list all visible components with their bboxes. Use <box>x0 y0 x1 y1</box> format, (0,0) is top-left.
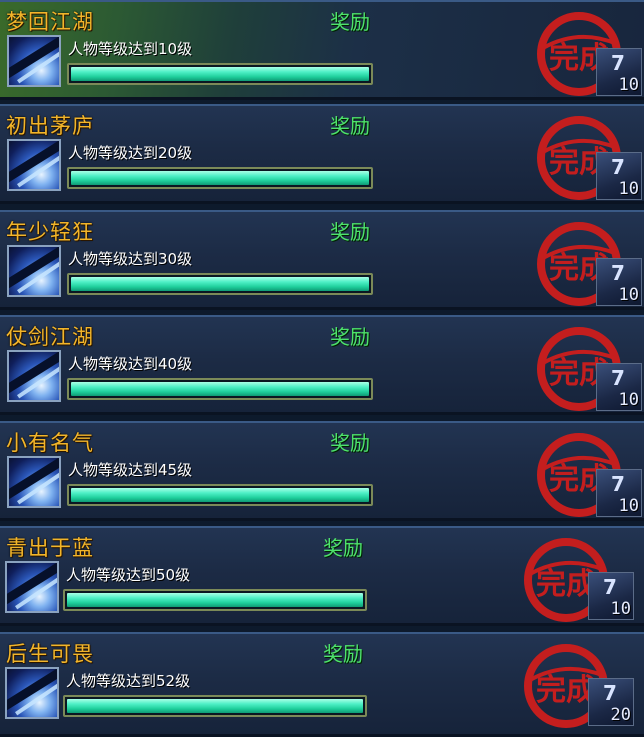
sword-slash-icon <box>5 561 59 613</box>
progress-bar <box>63 589 367 611</box>
progress-bar <box>67 63 373 85</box>
reward-label: 奖励 <box>330 10 370 34</box>
achievement-title: 后生可畏 <box>6 642 94 666</box>
progress-fill <box>67 593 363 607</box>
achievement-description: 人物等级达到45级 <box>68 461 193 479</box>
achievement-description: 人物等级达到20级 <box>68 144 193 162</box>
progress-fill <box>71 67 369 81</box>
reward-item-icon[interactable]: 7 10 <box>596 258 642 306</box>
progress-fill <box>71 277 369 291</box>
reward-count: 20 <box>610 705 631 725</box>
achievement-description: 人物等级达到50级 <box>66 566 191 584</box>
sword-slash-icon <box>7 245 61 297</box>
achievement-list: 梦回江湖 奖励 人物等级达到10级 完成 7 10 初出茅庐 奖励 人物等级达到… <box>0 0 644 737</box>
reward-count: 10 <box>610 599 631 619</box>
reward-item-icon[interactable]: 7 10 <box>596 152 642 200</box>
reward-label: 奖励 <box>330 220 370 244</box>
reward-count: 10 <box>618 285 639 305</box>
achievement-row[interactable]: 仗剑江湖 奖励 人物等级达到40级 完成 7 10 <box>0 315 644 415</box>
achievement-description: 人物等级达到52级 <box>66 672 191 690</box>
reward-label: 奖励 <box>330 325 370 349</box>
achievement-title: 初出茅庐 <box>6 114 94 138</box>
reward-label: 奖励 <box>323 536 363 560</box>
achievement-row[interactable]: 年少轻狂 奖励 人物等级达到30级 完成 7 10 <box>0 210 644 310</box>
achievement-title: 青出于蓝 <box>6 536 94 560</box>
achievement-row[interactable]: 初出茅庐 奖励 人物等级达到20级 完成 7 10 <box>0 104 644 204</box>
reward-count: 10 <box>618 390 639 410</box>
reward-label: 奖励 <box>330 114 370 138</box>
sword-slash-icon <box>5 667 59 719</box>
reward-label: 奖励 <box>323 642 363 666</box>
reward-item-icon[interactable]: 7 10 <box>596 469 642 517</box>
achievement-row[interactable]: 后生可畏 奖励 人物等级达到52级 完成 7 20 <box>0 632 644 737</box>
achievement-title: 小有名气 <box>6 431 94 455</box>
stamp-text: 完成 <box>536 567 596 602</box>
reward-label: 奖励 <box>330 431 370 455</box>
achievement-row[interactable]: 小有名气 奖励 人物等级达到45级 完成 7 10 <box>0 421 644 521</box>
progress-fill <box>71 171 369 185</box>
achievement-description: 人物等级达到40级 <box>68 355 193 373</box>
reward-item-icon[interactable]: 7 10 <box>596 363 642 411</box>
achievement-description: 人物等级达到10级 <box>68 40 193 58</box>
achievement-row[interactable]: 青出于蓝 奖励 人物等级达到50级 完成 7 10 <box>0 526 644 626</box>
sword-slash-icon <box>7 139 61 191</box>
stamp-text: 完成 <box>536 673 596 708</box>
reward-count: 10 <box>618 75 639 95</box>
reward-count: 10 <box>618 179 639 199</box>
progress-bar <box>67 378 373 400</box>
progress-bar <box>67 167 373 189</box>
reward-item-icon[interactable]: 7 10 <box>596 48 642 96</box>
achievement-title: 年少轻狂 <box>6 220 94 244</box>
achievement-description: 人物等级达到30级 <box>68 250 193 268</box>
reward-count: 10 <box>618 496 639 516</box>
achievement-row[interactable]: 梦回江湖 奖励 人物等级达到10级 完成 7 10 <box>0 0 644 100</box>
sword-slash-icon <box>7 456 61 508</box>
reward-item-icon[interactable]: 7 10 <box>588 572 634 620</box>
achievement-title: 梦回江湖 <box>6 10 94 34</box>
progress-bar <box>67 273 373 295</box>
progress-fill <box>67 699 363 713</box>
achievement-title: 仗剑江湖 <box>6 325 94 349</box>
progress-bar <box>63 695 367 717</box>
progress-fill <box>71 488 369 502</box>
reward-item-icon[interactable]: 7 20 <box>588 678 634 726</box>
progress-bar <box>67 484 373 506</box>
sword-slash-icon <box>7 35 61 87</box>
progress-fill <box>71 382 369 396</box>
sword-slash-icon <box>7 350 61 402</box>
